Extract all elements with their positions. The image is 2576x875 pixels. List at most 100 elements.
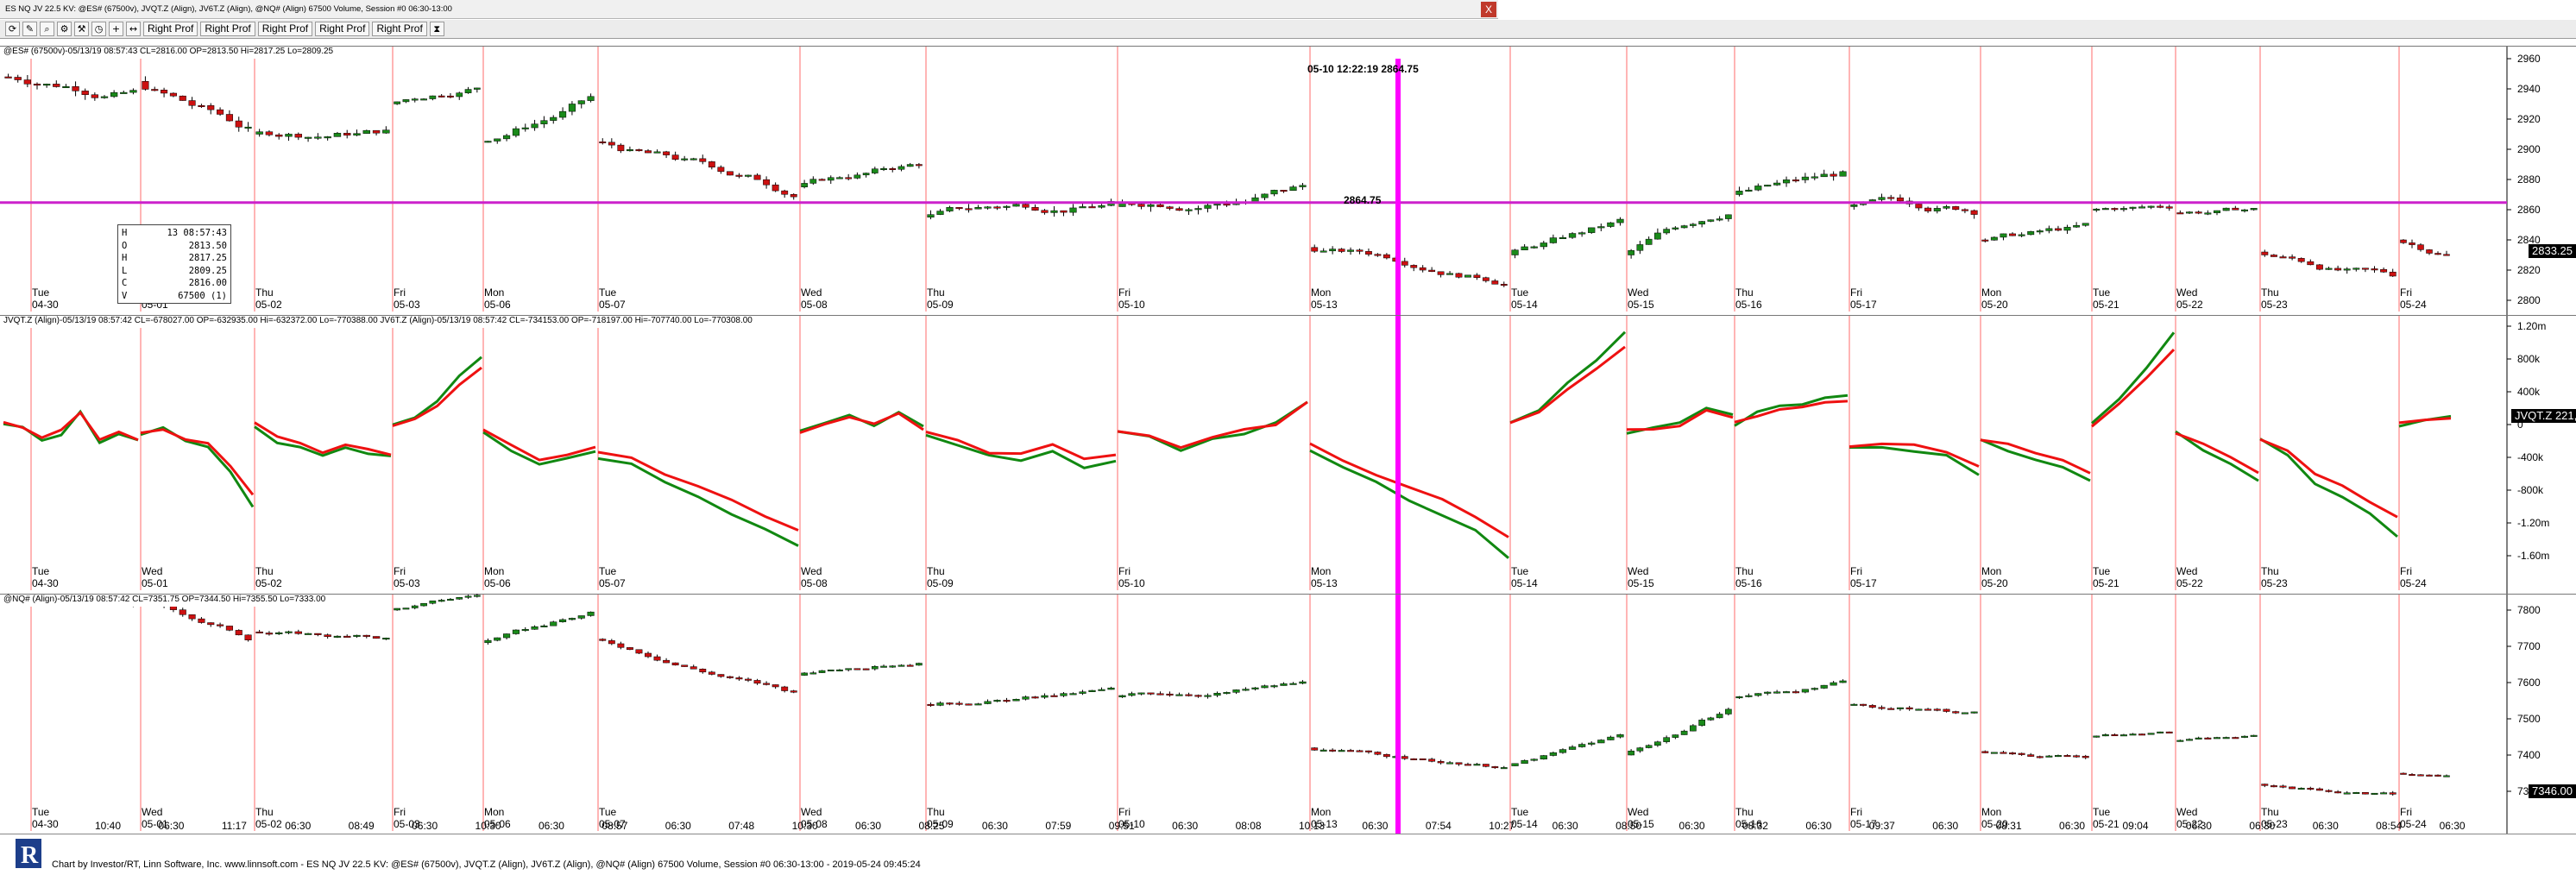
session-date-label: 05-07 <box>599 577 626 589</box>
nq-candle <box>1645 745 1653 748</box>
nq-candle <box>1446 762 1453 765</box>
es-candle <box>699 158 707 162</box>
es-candle <box>129 90 137 93</box>
es-candle <box>2250 208 2258 211</box>
es-candle <box>1943 206 1950 209</box>
nq-candle <box>1261 685 1269 689</box>
session-day-label: Fri <box>1118 286 1131 299</box>
es-price-panel[interactable]: @ES# (67500v)-05/13/19 08:57:43 CL=2816.… <box>0 46 2576 315</box>
session-date-label: 05-14 <box>1511 299 1538 311</box>
session-day-label: Mon <box>1981 286 2001 299</box>
nq-candle <box>1382 753 1390 758</box>
right-prof-button-2[interactable]: Right Prof <box>200 22 255 36</box>
tools-icon[interactable]: ⚒ <box>74 22 89 36</box>
es-candle <box>717 167 725 172</box>
es-candle <box>151 89 159 91</box>
es-candle <box>353 133 361 135</box>
nq-candle <box>447 599 454 601</box>
nq-candle <box>1185 694 1193 696</box>
time-axis-label: 06:30 <box>2186 820 2212 832</box>
pan-icon[interactable]: ↔ <box>126 22 141 36</box>
nq-candle <box>1521 759 1528 765</box>
es-candle <box>845 177 853 179</box>
settings-icon[interactable]: ⚙ <box>57 22 72 36</box>
session-day-label: Mon <box>1311 565 1331 577</box>
es-candle <box>1012 204 1020 207</box>
nq-candle <box>1213 692 1221 696</box>
y-tick-label: 1.20m <box>2517 320 2546 332</box>
nq-candle <box>645 652 652 658</box>
nq-candle <box>2289 786 2296 790</box>
es-candle <box>1663 229 1670 234</box>
close-button[interactable]: X <box>1481 2 1496 17</box>
right-prof-button-1[interactable]: Right Prof <box>143 22 198 36</box>
crosshair-icon[interactable]: + <box>109 22 123 36</box>
es-candle <box>188 100 196 106</box>
es-candle <box>1568 233 1577 238</box>
session-date-label: 05-23 <box>2261 577 2288 589</box>
es-candle <box>2352 268 2360 270</box>
time-axis-label: 10:30 <box>476 820 501 832</box>
es-candle <box>217 109 224 115</box>
nq-chart[interactable]: Tue04-30Wed05-01Thu05-02Fri05-03Mon05-06… <box>0 593 2576 834</box>
es-candle <box>550 116 557 121</box>
jv-indicator-panel[interactable]: JVQT.Z (Align)-05/13/19 08:57:42 CL=-678… <box>0 315 2576 594</box>
session-date-label: 05-10 <box>1118 577 1145 589</box>
session-day-label: Tue <box>599 806 617 818</box>
nq-candle <box>1156 693 1164 696</box>
es-candle <box>608 142 615 146</box>
time-axis-label: 10:30 <box>792 820 818 832</box>
nq-candle <box>1482 764 1490 767</box>
es-candle <box>906 164 914 167</box>
es-candle <box>81 91 89 95</box>
es-candle <box>2036 230 2044 233</box>
y-tick-label: 400k <box>2517 386 2541 398</box>
es-candle <box>2334 268 2342 271</box>
nq-candle <box>1311 747 1319 751</box>
refresh-icon[interactable]: ⟳ <box>5 22 20 36</box>
right-prof-button-5[interactable]: Right Prof <box>372 22 427 36</box>
jv-tag-value: 221,041 <box>2554 409 2576 422</box>
nq-candle <box>1811 688 1818 690</box>
nq-candle <box>1850 703 1858 706</box>
nq-price-panel[interactable]: @NQ# (Align)-05/13/19 08:57:42 CL=7351.7… <box>0 593 2576 834</box>
session-date-label: 05-17 <box>1850 577 1877 589</box>
es-candle <box>42 84 51 86</box>
time-axis-label: 06:30 <box>2249 820 2275 832</box>
session-day-label: Fri <box>2400 806 2412 818</box>
es-candle <box>2417 244 2424 250</box>
es-candle <box>1792 179 1800 182</box>
es-candle <box>503 135 511 140</box>
es-candle <box>1745 189 1753 192</box>
nq-candle <box>2297 788 2305 790</box>
jv-chart[interactable]: Tue04-30Wed05-01Thu05-02Fri05-03Mon05-06… <box>0 316 2576 594</box>
es-candle <box>2270 255 2277 257</box>
time-axis-label: 06:30 <box>1932 820 1958 832</box>
session-day-label: Tue <box>599 565 617 577</box>
draw-icon[interactable]: ✎ <box>22 22 37 36</box>
data-window-value: 2813.50 <box>188 240 227 251</box>
nq-candle <box>1597 740 1605 744</box>
nq-candle <box>1654 741 1661 746</box>
es-candle <box>1261 193 1269 198</box>
nq-candle <box>1050 695 1058 697</box>
nq-candle <box>2343 792 2351 795</box>
es-candle <box>1311 247 1319 252</box>
clock-icon[interactable]: ◷ <box>91 22 106 36</box>
y-tick-label: 7800 <box>2517 604 2541 616</box>
time-axis-label: 08:25 <box>918 820 944 832</box>
session-date-label: 05-16 <box>1735 299 1762 311</box>
right-prof-button-3[interactable]: Right Prof <box>257 22 313 36</box>
nq-candle <box>1347 750 1354 752</box>
zoom-icon[interactable]: ⌕ <box>40 22 54 36</box>
time-axis-label: 08:50 <box>1616 820 1641 832</box>
es-candle <box>1419 267 1427 271</box>
session-date-label: 05-08 <box>801 299 828 311</box>
data-window-key: L <box>122 265 128 276</box>
session-day-label: Tue <box>1511 565 1529 577</box>
scroll-end-icon[interactable]: ⧗ <box>429 22 444 36</box>
session-day-label: Fri <box>1118 806 1131 818</box>
right-prof-button-4[interactable]: Right Prof <box>315 22 370 36</box>
es-candle <box>745 174 752 177</box>
es-chart[interactable]: Tue04-30Wed05-01Thu05-02Fri05-03Mon05-06… <box>0 47 2576 315</box>
